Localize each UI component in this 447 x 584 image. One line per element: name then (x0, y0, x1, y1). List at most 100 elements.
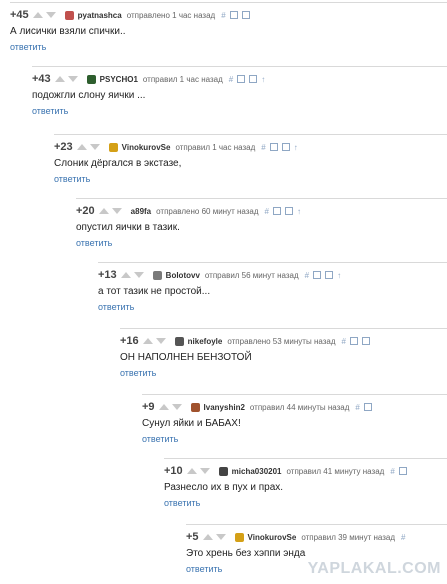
upvote-arrow-icon[interactable] (158, 404, 169, 410)
upvote-arrow-icon[interactable] (98, 208, 109, 214)
upvote-arrow-icon[interactable] (120, 272, 131, 278)
comment-tools: # (221, 11, 253, 20)
permalink-hash-icon[interactable]: # (261, 143, 265, 152)
reply-link[interactable]: ответить (10, 42, 46, 52)
reply-link[interactable]: ответить (164, 498, 200, 508)
comment-text: Слоник дёргался в экстазе, (54, 158, 182, 169)
downvote-arrow-icon[interactable] (111, 208, 122, 214)
comment-author[interactable]: Ivanyshin2 (204, 403, 245, 412)
vote-arrows (98, 208, 125, 214)
site-watermark: YAPLAKAL.COM (307, 560, 441, 577)
comment-rating: +5 (186, 531, 199, 543)
downvote-arrow-icon[interactable] (215, 534, 226, 540)
reply-link[interactable]: ответить (120, 368, 156, 378)
downvote-arrow-icon[interactable] (45, 12, 56, 18)
reply-link[interactable]: ответить (54, 174, 90, 184)
bookmark-icon[interactable] (325, 271, 334, 279)
comment-3: +23 VinokurovSe отправил 1 час назад # ↑… (54, 134, 447, 190)
upvote-arrow-icon[interactable] (32, 12, 43, 18)
comment-time: отправил 1 час назад (175, 142, 256, 152)
upvote-arrow-icon[interactable] (142, 338, 153, 344)
comment-2: +43 PSYCHO1 отправил 1 час назад # ↑ под… (32, 66, 447, 122)
reply-link[interactable]: ответить (186, 564, 222, 574)
permalink-hash-icon[interactable]: # (401, 533, 405, 542)
bookmark-icon[interactable] (281, 143, 290, 151)
permalink-hash-icon[interactable]: # (390, 467, 394, 476)
comment-text: а тот тазик не простой... (98, 286, 211, 297)
vote-arrows (32, 12, 59, 18)
bookmark-icon[interactable] (285, 207, 293, 215)
comment-divider (32, 66, 447, 67)
quote-icon[interactable] (398, 467, 407, 475)
parent-arrow-icon[interactable]: ↑ (297, 207, 301, 216)
avatar (108, 142, 118, 152)
reply-link[interactable]: ответить (76, 238, 112, 248)
comment-author[interactable]: pyatnashca (78, 11, 122, 20)
comment-4: +20 a89fa отправлено 60 минут назад # ↑ … (76, 198, 447, 254)
parent-arrow-icon[interactable]: ↑ (261, 75, 265, 84)
comment-header: +23 VinokurovSe отправил 1 час назад # ↑ (54, 140, 302, 154)
comment-author[interactable]: a89fa (131, 207, 151, 216)
quote-icon[interactable] (363, 403, 372, 411)
quote-icon[interactable] (229, 11, 238, 19)
comment-text: подожгли слону яички ... (32, 90, 146, 101)
downvote-arrow-icon[interactable] (133, 272, 144, 278)
comment-divider (120, 328, 447, 329)
quote-icon[interactable] (237, 75, 246, 83)
comment-author[interactable]: VinokurovSe (122, 143, 171, 152)
bookmark-icon[interactable] (241, 11, 250, 19)
permalink-hash-icon[interactable]: # (221, 11, 225, 20)
parent-arrow-icon[interactable]: ↑ (294, 143, 298, 152)
bookmark-icon[interactable] (361, 337, 370, 345)
downvote-arrow-icon[interactable] (89, 144, 100, 150)
comment-divider (98, 262, 447, 263)
comment-author[interactable]: PSYCHO1 (100, 75, 138, 84)
vote-arrows (186, 468, 213, 474)
reply-link[interactable]: ответить (142, 434, 178, 444)
comment-rating: +20 (76, 205, 95, 217)
comment-rating: +16 (120, 335, 139, 347)
permalink-hash-icon[interactable]: # (342, 337, 346, 346)
upvote-arrow-icon[interactable] (202, 534, 213, 540)
comment-time: отправлено 53 минуты назад (227, 336, 336, 346)
upvote-arrow-icon[interactable] (186, 468, 197, 474)
comment-text: Сунул яйки и БАБАХ! (142, 418, 241, 429)
vote-arrows (158, 404, 185, 410)
comment-time: отправил 56 минут назад (204, 270, 299, 280)
comment-author[interactable]: Bolotovv (166, 271, 200, 280)
comment-text: Это хрень без хэппи энда (186, 548, 306, 559)
bookmark-icon[interactable] (249, 75, 258, 83)
avatar (64, 10, 74, 20)
vote-arrows (142, 338, 169, 344)
downvote-arrow-icon[interactable] (171, 404, 182, 410)
comment-7: +9 Ivanyshin2 отправил 44 минуты назад #… (142, 394, 447, 450)
downvote-arrow-icon[interactable] (67, 76, 78, 82)
downvote-arrow-icon[interactable] (155, 338, 166, 344)
upvote-arrow-icon[interactable] (76, 144, 87, 150)
permalink-hash-icon[interactable]: # (229, 75, 233, 84)
comment-rating: +45 (10, 9, 29, 21)
quote-icon[interactable] (269, 143, 278, 151)
vote-arrows (54, 76, 81, 82)
comment-author[interactable]: micha030201 (232, 467, 282, 476)
reply-link[interactable]: ответить (32, 106, 68, 116)
reply-link[interactable]: ответить (98, 302, 134, 312)
comment-author[interactable]: VinokurovSe (248, 533, 297, 542)
vote-arrows (76, 144, 103, 150)
parent-arrow-icon[interactable]: ↑ (337, 271, 341, 280)
permalink-hash-icon[interactable]: # (355, 403, 359, 412)
comment-header: +10 micha030201 отправил 41 минуту назад… (164, 464, 411, 478)
permalink-hash-icon[interactable]: # (265, 207, 269, 216)
vote-arrows (202, 534, 229, 540)
comment-header: +43 PSYCHO1 отправил 1 час назад # ↑ (32, 72, 269, 86)
comment-divider (76, 198, 447, 199)
quote-icon[interactable] (313, 271, 322, 279)
upvote-arrow-icon[interactable] (54, 76, 65, 82)
quote-icon[interactable] (349, 337, 358, 345)
comment-header: +20 a89fa отправлено 60 минут назад # ↑ (76, 204, 305, 218)
permalink-hash-icon[interactable]: # (305, 271, 309, 280)
comment-author[interactable]: nikefoyle (188, 337, 223, 346)
quote-icon[interactable] (273, 207, 281, 215)
downvote-arrow-icon[interactable] (199, 468, 210, 474)
comment-time: отправил 41 минуту назад (286, 466, 385, 476)
